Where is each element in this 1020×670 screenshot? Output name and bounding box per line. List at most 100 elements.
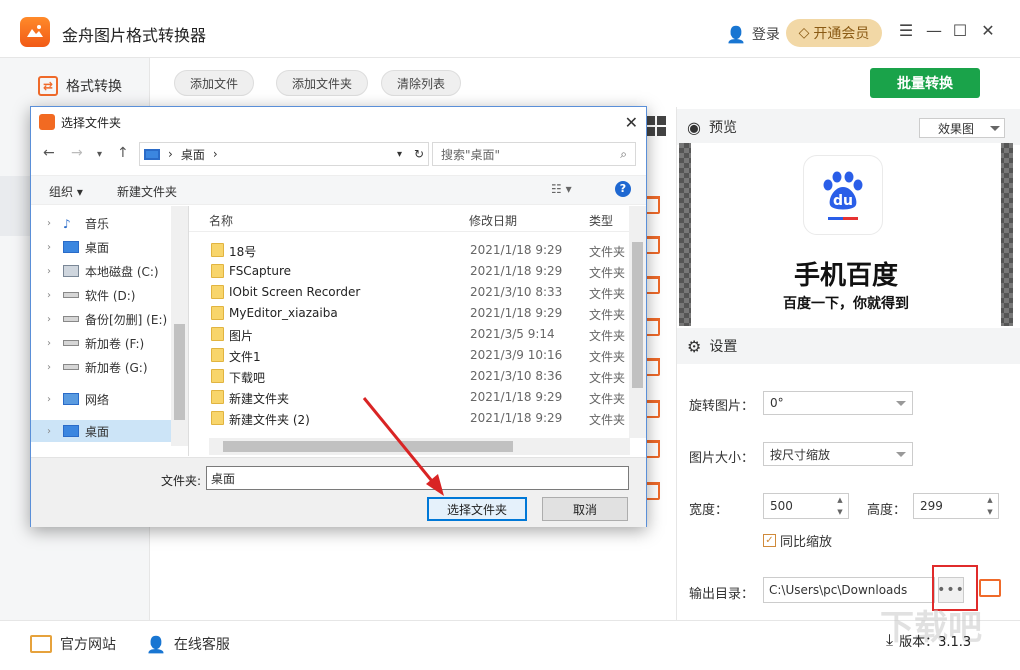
support-label: 在线客服 [173, 637, 230, 653]
back-arrow-icon[interactable]: ← [43, 145, 55, 161]
address-bar[interactable]: › 桌面 › ▾ ↻ [139, 142, 429, 166]
preview-title: 预览 [708, 120, 737, 136]
support-icon: 👤 [146, 634, 166, 654]
new-folder-button[interactable]: 新建文件夹 [117, 183, 177, 200]
folder-icon [211, 348, 224, 362]
diamond-icon: ◇ [798, 25, 810, 41]
gear-icon: ⚙ [687, 336, 702, 356]
close-icon[interactable]: ✕ [980, 21, 996, 40]
tree-item-desktop[interactable]: › 桌面 [31, 236, 171, 258]
horizontal-scrollbar[interactable] [209, 438, 630, 455]
website-label: 官方网站 [60, 637, 116, 653]
login-button[interactable]: 👤 登录 [726, 24, 780, 44]
online-support-link[interactable]: 👤 在线客服 [146, 634, 230, 654]
baidu-logo-icon: du [803, 155, 883, 235]
proportional-label: 同比缩放 [780, 535, 833, 550]
separator-icon: › [212, 147, 218, 161]
recent-chevron-icon[interactable]: ▾ [97, 149, 102, 160]
height-label: 高度： [867, 503, 907, 518]
search-input[interactable]: 搜索"桌面" ⌕ [432, 142, 636, 166]
tree-item-drive-d[interactable]: › 软件 (D:) [31, 284, 171, 306]
app-title: 金舟图片格式转换器 [62, 26, 207, 45]
sidebar-item-format-convert[interactable]: ⇄ 格式转换 [38, 76, 122, 96]
dialog-title: 选择文件夹 [61, 115, 122, 130]
add-folder-button[interactable]: 添加文件夹 [276, 70, 368, 96]
organize-menu[interactable]: 组织 ▾ [49, 183, 83, 200]
column-type[interactable]: 类型 [589, 212, 613, 229]
output-label: 输出目录： [689, 587, 755, 602]
list-item[interactable]: 18号 2021/1/18 9:29 文件夹 [189, 240, 629, 261]
preview-mode-select[interactable]: 效果图 [919, 118, 1005, 138]
view-options-icon[interactable]: ☷ ▾ [551, 182, 572, 196]
list-item[interactable]: FSCapture 2021/1/18 9:29 文件夹 [189, 261, 629, 282]
folder-icon [211, 306, 224, 320]
cancel-button[interactable]: 取消 [542, 497, 628, 521]
down-arrow-icon[interactable]: ▼ [987, 508, 992, 516]
drive-icon [63, 316, 79, 322]
tree-item-drive-c[interactable]: › 本地磁盘 (C:) [31, 260, 171, 282]
list-item[interactable]: 下载吧 2021/3/10 8:36 文件夹 [189, 366, 629, 387]
settings-title: 设置 [709, 339, 738, 355]
column-header: 名称 修改日期 类型 [189, 206, 629, 232]
open-folder-icon[interactable] [979, 579, 1001, 597]
menu-icon[interactable]: ☰ [898, 21, 914, 40]
rotate-select[interactable]: 0° [763, 391, 913, 415]
tree-scrollbar[interactable] [171, 206, 188, 446]
height-stepper[interactable]: 299 ▲ ▼ [913, 493, 999, 519]
proportional-checkbox[interactable]: ✓ 同比缩放 [763, 531, 832, 550]
tree-item-network[interactable]: › 网络 [31, 388, 171, 410]
desktop-icon [63, 241, 79, 253]
official-website-link[interactable]: 官方网站 [30, 634, 116, 654]
tree-item-music[interactable]: › ♪ 音乐 [31, 212, 171, 234]
folder-icon [211, 264, 224, 278]
version-info: ⤓ 版本：3.1.3 [886, 630, 971, 650]
list-item[interactable]: IObit Screen Recorder 2021/3/10 8:33 文件夹 [189, 282, 629, 303]
app-window: 金舟图片格式转换器 👤 登录 ◇ 开通会员 ☰ — ☐ ✕ ⇄ 格式转换 添加文… [0, 0, 1020, 670]
maximize-icon[interactable]: ☐ [952, 21, 968, 40]
size-select[interactable]: 按尺寸缩放 [763, 442, 913, 466]
sidebar-item-label: 格式转换 [66, 79, 122, 95]
file-list-scrollbar[interactable] [629, 206, 646, 438]
list-item[interactable]: MyEditor_xiazaiba 2021/1/18 9:29 文件夹 [189, 303, 629, 324]
grid-view-icon[interactable] [646, 116, 666, 136]
tree-item-drive-g[interactable]: › 新加卷 (G:) [31, 356, 171, 378]
drive-icon [63, 340, 79, 346]
add-file-button[interactable]: 添加文件 [174, 70, 254, 96]
list-item[interactable]: 新建文件夹 (2) 2021/1/18 9:29 文件夹 [189, 408, 629, 429]
down-arrow-icon[interactable]: ▼ [837, 508, 842, 516]
logo-text: du [833, 192, 853, 209]
preview-image-title: 手机百度 [793, 261, 898, 291]
column-name[interactable]: 名称 [209, 212, 233, 229]
width-stepper[interactable]: 500 ▲ ▼ [763, 493, 849, 519]
column-date[interactable]: 修改日期 [469, 212, 517, 229]
search-icon[interactable]: ⌕ [620, 147, 627, 162]
user-icon: 👤 [726, 24, 746, 44]
address-chevron-icon[interactable]: ▾ [397, 149, 402, 160]
forward-arrow-icon[interactable]: → [71, 145, 83, 161]
tree-item-drive-e[interactable]: › 备份[勿删] (E:) [31, 308, 171, 330]
width-value: 500 [770, 499, 793, 513]
select-folder-button[interactable]: 选择文件夹 [427, 497, 527, 521]
help-icon[interactable]: ? [615, 181, 631, 197]
list-item[interactable]: 图片 2021/3/5 9:14 文件夹 [189, 324, 629, 345]
batch-convert-button[interactable]: 批量转换 [870, 68, 980, 98]
up-arrow-icon[interactable]: ▲ [837, 496, 842, 504]
app-logo-icon [20, 17, 50, 47]
minimize-icon[interactable]: — [926, 21, 942, 40]
tree-item-drive-f[interactable]: › 新加卷 (F:) [31, 332, 171, 354]
vip-button[interactable]: ◇ 开通会员 [786, 19, 882, 47]
separator-icon: › [168, 147, 173, 161]
tree-item-desktop-root[interactable]: › 桌面 [31, 420, 171, 442]
drive-icon [63, 364, 79, 370]
list-item[interactable]: 文件1 2021/3/9 10:16 文件夹 [189, 345, 629, 366]
up-arrow-icon[interactable]: ▲ [987, 496, 992, 504]
up-arrow-icon[interactable]: ↑ [117, 145, 129, 161]
clear-list-button[interactable]: 清除列表 [381, 70, 461, 96]
folder-name-input[interactable]: 桌面 [206, 466, 629, 490]
refresh-icon[interactable]: ↻ [414, 147, 424, 161]
network-icon [63, 393, 79, 405]
breadcrumb[interactable]: 桌面 [181, 146, 205, 163]
dialog-close-icon[interactable]: ✕ [625, 113, 638, 132]
height-value: 299 [920, 499, 943, 513]
list-item[interactable]: 新建文件夹 2021/1/18 9:29 文件夹 [189, 387, 629, 408]
